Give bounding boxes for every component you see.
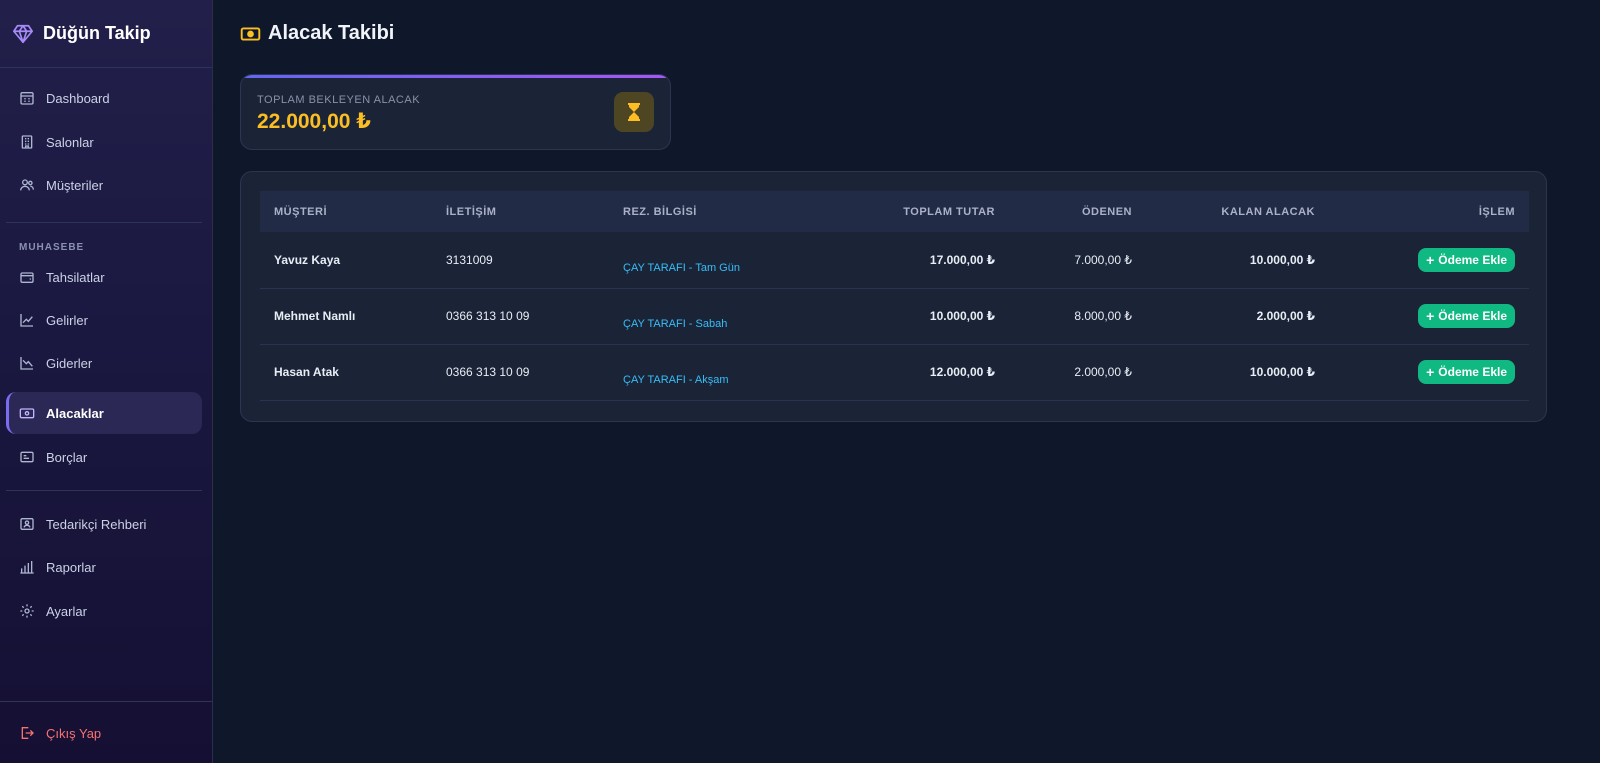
sidebar-item-label: Giderler [46, 355, 93, 371]
sidebar-item-label: Raporlar [46, 559, 96, 575]
sidebar-item-gelirler[interactable]: Gelirler [6, 299, 202, 341]
column-header-action: İŞLEM [1478, 205, 1515, 218]
sidebar-item-ayarlar[interactable]: Ayarlar [6, 590, 202, 632]
column-header-contact[interactable]: İLETİŞİM [432, 191, 609, 232]
add-payment-label: Ödeme Ekle [1438, 252, 1507, 267]
wallet-icon [19, 269, 35, 285]
section-label-muhasebe: MUHASEBE [19, 242, 85, 253]
sidebar-item-label: Alacaklar [46, 405, 104, 421]
sidebar-item-giderler[interactable]: Giderler [6, 342, 202, 384]
table-row: Yavuz Kaya 3131009 ÇAY TARAFI - Tam Gün … [260, 232, 1529, 288]
paid-amount: 7.000,00 ₺ [1074, 252, 1132, 267]
brand[interactable]: Düğün Takip [0, 0, 212, 68]
logout-label: Çıkış Yap [46, 725, 102, 741]
action-cell: + Ödeme Ekle [1329, 344, 1529, 400]
trend-up-icon [19, 312, 35, 328]
total-receivable-value: 22.000,00 ₺ [257, 110, 371, 133]
reservation-info[interactable]: ÇAY TARAFI - Sabah [609, 288, 809, 344]
users-icon [19, 177, 35, 193]
total-receivable-label: TOPLAM BEKLEYEN ALACAK [257, 94, 421, 106]
plus-icon: + [1426, 251, 1435, 268]
money-icon [240, 26, 261, 42]
sidebar-item-tedarikci-rehberi[interactable]: Tedarikçi Rehberi [6, 503, 202, 545]
sidebar-item-label: Gelirler [46, 312, 88, 328]
column-header-customer[interactable]: MÜŞTERİ [260, 191, 432, 232]
card-accent-bar [241, 75, 670, 78]
add-payment-button[interactable]: + Ödeme Ekle [1418, 360, 1515, 384]
card-icon [19, 449, 35, 465]
sidebar-item-label: Ayarlar [46, 603, 87, 619]
remaining-amount: 10.000,00 ₺ [1249, 252, 1315, 267]
remaining-amount: 10.000,00 ₺ [1249, 365, 1315, 379]
contact-phone: 3131009 [446, 252, 493, 267]
building-icon [19, 134, 35, 150]
paid-amount: 8.000,00 ₺ [1074, 309, 1132, 323]
hourglass-icon [614, 92, 654, 132]
sidebar-item-borclar[interactable]: Borçlar [6, 436, 202, 478]
page-title: Alacak Takibi [240, 22, 394, 45]
paid-amount: 2.000,00 ₺ [1074, 365, 1132, 379]
column-header-reservation[interactable]: REZ. BİLGİSİ [609, 191, 809, 232]
customer-name: Hasan Atak [274, 365, 339, 379]
sidebar-item-label: Borçlar [46, 449, 88, 465]
diamond-icon [12, 23, 34, 45]
receivables-table: MÜŞTERİ İLETİŞİM REZ. BİLGİSİ TOPLAM TUT… [260, 191, 1529, 401]
sidebar-item-label: Dashboard [46, 90, 110, 106]
sidebar-item-salonlar[interactable]: Salonlar [6, 121, 202, 163]
remaining-amount: 2.000,00 ₺ [1256, 309, 1315, 323]
table-header-row: MÜŞTERİ İLETİŞİM REZ. BİLGİSİ TOPLAM TUT… [260, 191, 1529, 232]
bar-chart-icon [19, 559, 35, 575]
plus-icon: + [1426, 308, 1435, 324]
calendar-grid-icon [19, 90, 35, 106]
total-amount: 10.000,00 ₺ [929, 309, 995, 323]
sidebar-item-musteriler[interactable]: Müşteriler [6, 164, 202, 206]
app-title: Düğün Takip [43, 23, 151, 43]
sidebar-item-dashboard[interactable]: Dashboard [6, 77, 202, 119]
customer-name: Yavuz Kaya [274, 252, 341, 267]
logout-button[interactable]: Çıkış Yap [6, 712, 202, 754]
table-row: Hasan Atak 0366 313 10 09 ÇAY TARAFI - A… [260, 344, 1529, 400]
sidebar-item-raporlar[interactable]: Raporlar [6, 546, 202, 588]
action-cell: + Ödeme Ekle [1329, 288, 1529, 344]
trend-down-icon [19, 355, 35, 371]
add-payment-label: Ödeme Ekle [1438, 309, 1507, 323]
plus-icon: + [1426, 364, 1435, 380]
sidebar: Düğün Takip Dashboard Salonlar Müşterile… [0, 0, 213, 763]
contact-phone: 0366 313 10 09 [446, 309, 530, 323]
sidebar-divider [6, 222, 202, 223]
sidebar-divider [0, 701, 213, 702]
logout-icon [19, 725, 35, 741]
add-payment-label: Ödeme Ekle [1438, 365, 1507, 379]
page-title-text: Alacak Takibi [268, 22, 395, 44]
action-cell: + Ödeme Ekle [1329, 232, 1529, 288]
reservation-info[interactable]: ÇAY TARAFI - Akşam [609, 344, 809, 400]
sidebar-item-alacaklar[interactable]: Alacaklar [6, 392, 202, 434]
add-payment-button[interactable]: + Ödeme Ekle [1418, 247, 1515, 272]
contact-phone: 0366 313 10 09 [446, 365, 530, 379]
table-row: Mehmet Namlı 0366 313 10 09 ÇAY TARAFI -… [260, 288, 1529, 344]
column-header-remaining[interactable]: KALAN ALACAK [1146, 191, 1329, 232]
sidebar-item-tahsilatlar[interactable]: Tahsilatlar [6, 256, 202, 298]
total-amount: 17.000,00 ₺ [929, 252, 995, 267]
sidebar-divider [6, 490, 202, 491]
sidebar-item-label: Tahsilatlar [46, 269, 105, 285]
main-content: Alacak Takibi TOPLAM BEKLEYEN ALACAK 22.… [213, 0, 1600, 763]
column-header-total[interactable]: TOPLAM TUTAR [809, 191, 1009, 232]
reservation-info[interactable]: ÇAY TARAFI - Tam Gün [609, 232, 809, 288]
contact-card-icon [19, 516, 35, 532]
gear-icon [19, 603, 35, 619]
sidebar-item-label: Müşteriler [46, 177, 104, 193]
add-payment-button[interactable]: + Ödeme Ekle [1418, 304, 1515, 328]
sidebar-item-label: Salonlar [46, 134, 94, 150]
total-receivable-card: TOPLAM BEKLEYEN ALACAK 22.000,00 ₺ [240, 74, 671, 150]
sidebar-item-label: Tedarikçi Rehberi [46, 516, 147, 532]
customer-name: Mehmet Namlı [274, 309, 356, 323]
receivables-table-card: MÜŞTERİ İLETİŞİM REZ. BİLGİSİ TOPLAM TUT… [240, 171, 1547, 422]
money-icon [19, 405, 35, 421]
column-header-paid[interactable]: ÖDENEN [1009, 191, 1146, 232]
total-amount: 12.000,00 ₺ [929, 365, 995, 379]
